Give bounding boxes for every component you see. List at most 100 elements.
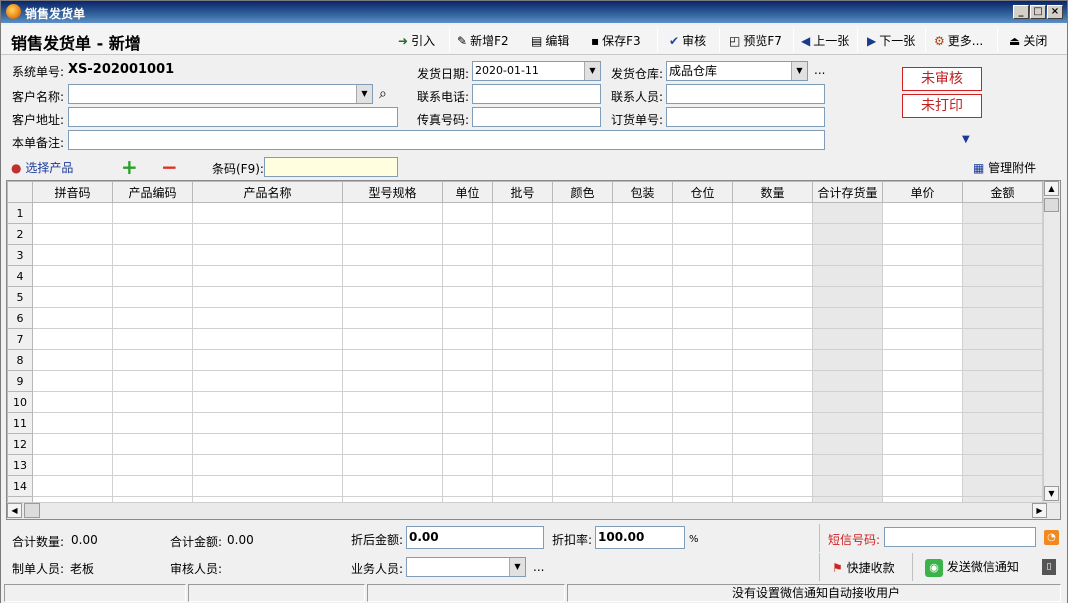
- warehouse-select[interactable]: 成品仓库 ▼: [666, 61, 808, 81]
- new-button[interactable]: ✎ 新增F2: [457, 31, 509, 51]
- order-field[interactable]: [666, 107, 825, 127]
- audit-button[interactable]: ✔ 审核: [669, 31, 706, 51]
- phone-field[interactable]: [472, 84, 601, 104]
- horizontal-scrollbar[interactable]: ◀ ▶: [7, 502, 1060, 519]
- table-row[interactable]: 10: [7, 391, 1043, 413]
- grid-cell[interactable]: [32, 286, 113, 308]
- grid-cell[interactable]: [962, 433, 1043, 455]
- grid-cell[interactable]: [442, 286, 493, 308]
- grid-cell[interactable]: [882, 412, 963, 434]
- grid-cell[interactable]: [812, 244, 883, 266]
- grid-cell[interactable]: [812, 454, 883, 476]
- grid-cell[interactable]: [612, 475, 673, 497]
- grid-cell[interactable]: [442, 475, 493, 497]
- grid-cell[interactable]: [732, 307, 813, 329]
- grid-cell[interactable]: [192, 328, 343, 350]
- grid-cell[interactable]: [812, 202, 883, 224]
- warehouse-more-button[interactable]: ...: [814, 63, 825, 77]
- grid-cell[interactable]: [962, 307, 1043, 329]
- close-window-button[interactable]: ×: [1047, 5, 1063, 19]
- grid-cell[interactable]: [112, 475, 193, 497]
- grid-cell[interactable]: [882, 475, 963, 497]
- grid-cell[interactable]: [612, 202, 673, 224]
- grid-cell[interactable]: [812, 349, 883, 371]
- maximize-button[interactable]: □: [1030, 5, 1046, 19]
- grid-cell[interactable]: [812, 328, 883, 350]
- chevron-down-icon[interactable]: ▼: [584, 62, 600, 80]
- grid-cell[interactable]: [112, 412, 193, 434]
- hscroll-thumb[interactable]: [24, 503, 40, 518]
- grid-cell[interactable]: [812, 223, 883, 245]
- grid-cell[interactable]: [492, 244, 553, 266]
- grid-cell[interactable]: [442, 412, 493, 434]
- grid-cell[interactable]: [112, 307, 193, 329]
- expand-toggle-icon[interactable]: ▼: [962, 134, 970, 145]
- grid-cell[interactable]: [962, 391, 1043, 413]
- grid-cell[interactable]: [112, 202, 193, 224]
- grid-cell[interactable]: [612, 223, 673, 245]
- grid-cell[interactable]: [612, 454, 673, 476]
- table-row[interactable]: 6: [7, 307, 1043, 329]
- next-button[interactable]: ▶ 下一张: [867, 31, 915, 51]
- grid-cell[interactable]: [342, 412, 443, 434]
- close-button[interactable]: ⏏ 关闭: [1009, 31, 1047, 51]
- chevron-down-icon[interactable]: ▼: [509, 558, 525, 576]
- grid-cell[interactable]: [812, 412, 883, 434]
- grid-cell[interactable]: [812, 391, 883, 413]
- grid-cell[interactable]: [492, 307, 553, 329]
- grid-cell[interactable]: [112, 391, 193, 413]
- grid-cell[interactable]: [612, 370, 673, 392]
- grid-cell[interactable]: [672, 454, 733, 476]
- grid-cell[interactable]: [552, 286, 613, 308]
- manage-attachments-button[interactable]: ▦ 管理附件: [973, 159, 1036, 176]
- grid-cell[interactable]: [492, 370, 553, 392]
- grid-cell[interactable]: [492, 349, 553, 371]
- grid-cell[interactable]: [882, 370, 963, 392]
- grid-cell[interactable]: [112, 370, 193, 392]
- address-field[interactable]: [68, 107, 398, 127]
- grid-cell[interactable]: [342, 433, 443, 455]
- grid-cell[interactable]: [492, 433, 553, 455]
- grid-cell[interactable]: [882, 454, 963, 476]
- grid-cell[interactable]: [32, 391, 113, 413]
- grid-cell[interactable]: [962, 349, 1043, 371]
- import-button[interactable]: ➜ 引入: [398, 31, 435, 51]
- grid-cell[interactable]: [112, 349, 193, 371]
- grid-cell[interactable]: [882, 391, 963, 413]
- grid-cell[interactable]: [962, 244, 1043, 266]
- table-row[interactable]: 9: [7, 370, 1043, 392]
- grid-cell[interactable]: [732, 475, 813, 497]
- column-header[interactable]: 型号规格: [342, 181, 443, 203]
- save-button[interactable]: ▪ 保存F3: [591, 31, 641, 51]
- grid-cell[interactable]: [732, 349, 813, 371]
- grid-cell[interactable]: [342, 202, 443, 224]
- grid-cell[interactable]: [32, 202, 113, 224]
- grid-cell[interactable]: [552, 370, 613, 392]
- barcode-input[interactable]: [264, 157, 398, 177]
- grid-cell[interactable]: [492, 265, 553, 287]
- column-header[interactable]: 包装: [612, 181, 673, 203]
- grid-cell[interactable]: [552, 328, 613, 350]
- grid-cell[interactable]: [442, 433, 493, 455]
- grid-cell[interactable]: [552, 307, 613, 329]
- grid-cell[interactable]: [32, 454, 113, 476]
- prev-button[interactable]: ◀ 上一张: [801, 31, 849, 51]
- grid-cell[interactable]: [192, 370, 343, 392]
- customer-search-icon[interactable]: ⌕: [379, 86, 387, 102]
- grid-cell[interactable]: [612, 391, 673, 413]
- grid-cell[interactable]: [732, 412, 813, 434]
- grid-cell[interactable]: [962, 286, 1043, 308]
- grid-cell[interactable]: [672, 370, 733, 392]
- grid-cell[interactable]: [732, 244, 813, 266]
- grid-cell[interactable]: [442, 307, 493, 329]
- column-header[interactable]: 颜色: [552, 181, 613, 203]
- column-header[interactable]: 合计存货量: [812, 181, 883, 203]
- scroll-right-icon[interactable]: ▶: [1032, 503, 1047, 518]
- remark-field[interactable]: [68, 130, 825, 150]
- grid-cell[interactable]: [342, 454, 443, 476]
- grid-cell[interactable]: [342, 223, 443, 245]
- grid-cell[interactable]: [32, 349, 113, 371]
- grid-cell[interactable]: [492, 202, 553, 224]
- grid-cell[interactable]: [672, 391, 733, 413]
- table-row[interactable]: 3: [7, 244, 1043, 266]
